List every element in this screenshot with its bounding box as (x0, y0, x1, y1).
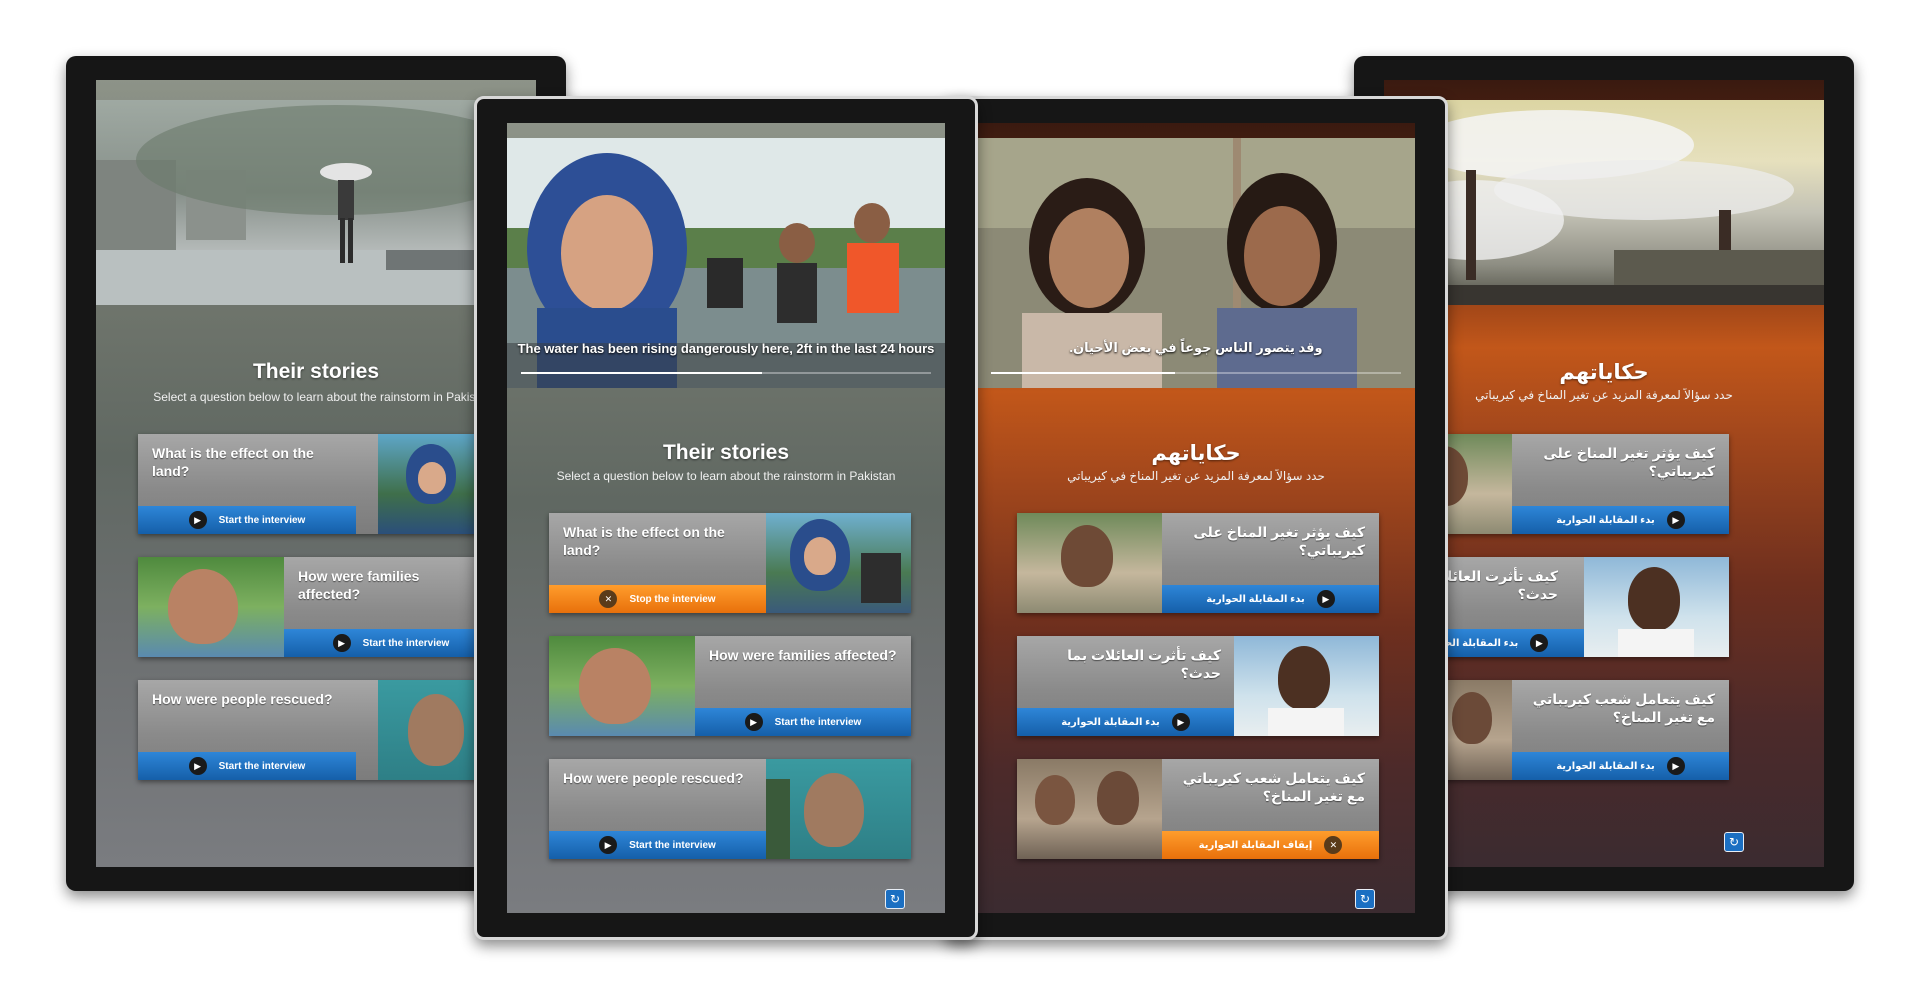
button-label: Stop the interview (629, 593, 716, 605)
question-text: كيف يؤثر تغير المناخ على كيريباتي؟ (1543, 445, 1715, 479)
section-subtitle: Select a question below to learn about t… (153, 390, 479, 404)
reload-icon[interactable]: ↻ (1724, 832, 1744, 852)
button-label: إيقاف المقابلة الحوارية (1198, 839, 1313, 851)
interviewee-thumbnail (1017, 759, 1162, 859)
question-text: What is the effect on the land? (152, 445, 314, 479)
start-interview-button[interactable]: ▶ Start the interview (549, 831, 766, 859)
play-icon: ▶ (1316, 590, 1335, 608)
tablet-english-front: The water has been rising dangerously he… (474, 96, 978, 940)
video-progress-bar[interactable] (991, 372, 1175, 374)
start-interview-button[interactable]: ▶ بدء المقابلة الحوارية (1512, 752, 1729, 780)
video-progress-bar[interactable] (521, 372, 762, 374)
section-subtitle: Select a question below to learn about t… (556, 469, 896, 483)
section-title: Their stories (252, 360, 380, 383)
start-interview-button[interactable]: ▶ بدء المقابلة الحوارية (1017, 708, 1234, 736)
question-text: كيف يتعامل شعب كيريباتي مع تغير المناخ؟ (1532, 691, 1715, 725)
stop-interview-button[interactable]: ✕ Stop the interview (549, 585, 766, 613)
question-text: How were people rescued? (152, 691, 333, 707)
interviewee-thumbnail (766, 759, 911, 859)
tablet-screen: The water has been rising dangerously he… (507, 123, 945, 913)
question-text: كيف تأثرت العائلات بما حدث؟ (1067, 647, 1221, 681)
question-text: What is the effect on the land? (563, 524, 725, 558)
video-caption: وقد يتصور الناس جوعاً في بعض الأحيان. (1069, 340, 1323, 355)
start-interview-button[interactable]: ▶ Start the interview (695, 708, 911, 736)
play-icon: ▶ (1666, 511, 1685, 529)
reload-icon[interactable]: ↻ (1355, 889, 1375, 909)
play-icon: ▶ (1666, 757, 1685, 775)
tablet-arabic-front: وقد يتصور الناس جوعاً في بعض الأحيان. حك… (944, 96, 1448, 940)
question-card-families[interactable]: How were families affected? ▶ Start the … (138, 557, 498, 657)
smokestack-scene-image (1384, 110, 1824, 305)
button-label: Start the interview (218, 760, 306, 772)
start-interview-button[interactable]: ▶ بدء المقابلة الحوارية (1162, 585, 1379, 613)
button-label: Start the interview (774, 716, 862, 728)
hero-video-rain[interactable] (96, 100, 536, 305)
interviewee-thumbnail (1017, 513, 1162, 613)
reload-icon[interactable]: ↻ (885, 889, 905, 909)
play-icon: ▶ (599, 836, 618, 854)
interviewee-thumbnail (138, 557, 284, 657)
section-title: حكاياتهم (1151, 442, 1241, 465)
play-icon: ▶ (1530, 634, 1549, 652)
interviewee-thumbnail (1234, 636, 1379, 736)
question-card-rescued[interactable]: How were people rescued? ▶ Start the int… (549, 759, 911, 859)
hero-video-smokestacks[interactable] (1384, 100, 1824, 305)
start-interview-button[interactable]: ▶ Start the interview (138, 752, 356, 780)
start-interview-button[interactable]: ▶ Start the interview (138, 506, 356, 534)
question-text: كيف يتعامل شعب كيريباتي مع تغير المناخ؟ (1182, 770, 1365, 804)
interviewee-thumbnail (549, 636, 695, 736)
question-card-families[interactable]: كيف تأثرت العائلات بما حدث؟ ▶ بدء المقاب… (1017, 636, 1379, 736)
play-icon: ▶ (1171, 713, 1190, 731)
question-text: How were families affected? (298, 568, 420, 602)
section-title: حكاياتهم (1559, 361, 1649, 384)
button-label: بدء المقابلة الحوارية (1061, 716, 1160, 728)
play-icon: ▶ (188, 511, 207, 529)
button-label: Start the interview (629, 839, 716, 851)
close-icon: ✕ (1324, 836, 1343, 854)
button-label: بدء المقابلة الحوارية (1556, 514, 1655, 526)
stop-interview-button[interactable]: ✕ إيقاف المقابلة الحوارية (1162, 831, 1379, 859)
start-interview-button[interactable]: ▶ Start the interview (284, 629, 498, 657)
play-icon: ▶ (744, 713, 763, 731)
section-title: Their stories (662, 441, 790, 464)
button-label: Start the interview (218, 514, 306, 526)
hero-video-flood[interactable]: The water has been rising dangerously he… (507, 138, 945, 388)
video-caption: The water has been rising dangerously he… (517, 341, 935, 356)
question-card-land[interactable]: What is the effect on the land? ✕ Stop t… (549, 513, 911, 613)
close-icon: ✕ (599, 590, 618, 608)
question-card-rescued[interactable]: How were people rescued? ▶ Start the int… (138, 680, 498, 780)
button-label: Start the interview (362, 637, 450, 649)
section-subtitle: حدد سؤالاً لمعرفة المزيد عن تغير المناخ … (1067, 469, 1325, 483)
start-interview-button[interactable]: ▶ بدء المقابلة الحوارية (1512, 506, 1729, 534)
question-card-climate-effect[interactable]: كيف يؤثر تغير المناخ على كيريباتي؟ ▶ بدء… (1017, 513, 1379, 613)
play-icon: ▶ (332, 634, 351, 652)
question-card-land[interactable]: What is the effect on the land? ▶ Start … (138, 434, 498, 534)
rain-scene-image (96, 105, 536, 305)
tablet-screen: Their stories Select a question below to… (96, 80, 536, 867)
interviewee-thumbnail (766, 513, 911, 613)
question-text: How were people rescued? (563, 770, 744, 786)
tablet-screen: حكاياتهم حدد سؤالاً لمعرفة المزيد عن تغي… (1384, 80, 1824, 867)
question-text: كيف يؤثر تغير المناخ على كيريباتي؟ (1193, 524, 1365, 558)
interviewee-thumbnail (1584, 557, 1729, 657)
section-subtitle: حدد سؤالاً لمعرفة المزيد عن تغير المناخ … (1475, 388, 1733, 402)
button-label: بدء المقابلة الحوارية (1556, 760, 1655, 772)
question-text: How were families affected? (709, 647, 897, 663)
tablet-screen: وقد يتصور الناس جوعاً في بعض الأحيان. حك… (977, 123, 1415, 913)
question-card-families[interactable]: How were families affected? ▶ Start the … (549, 636, 911, 736)
play-icon: ▶ (188, 757, 207, 775)
button-label: بدء المقابلة الحوارية (1206, 593, 1305, 605)
question-card-coping[interactable]: كيف يتعامل شعب كيريباتي مع تغير المناخ؟ … (1017, 759, 1379, 859)
hero-video-interview[interactable]: وقد يتصور الناس جوعاً في بعض الأحيان. (977, 138, 1415, 388)
